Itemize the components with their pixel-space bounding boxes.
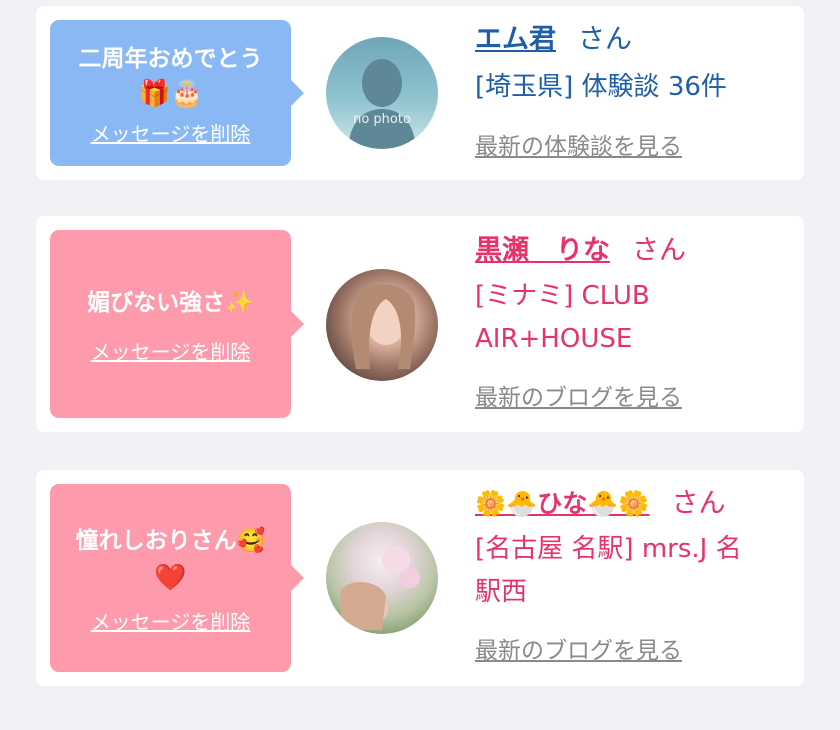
shop-info-line-2: 駅西 bbox=[475, 577, 528, 607]
shop-info-line-1: [ミナミ] CLUB bbox=[475, 281, 650, 311]
avatar-no-photo[interactable]: no photo bbox=[326, 37, 438, 149]
gift-cake-emoji: 🎁🎂 bbox=[138, 79, 203, 109]
favorite-card: 憧れしおりさん🥰 ❤️ メッセージを削除 🌼🐣ひな🐣🌼 さん [名古屋 名駅] m… bbox=[36, 470, 804, 686]
message-text: 二周年おめでとう bbox=[78, 46, 263, 72]
profile-name-link[interactable]: 🌼🐣ひな🐣🌼 bbox=[475, 489, 650, 518]
honorific: さん bbox=[578, 24, 632, 55]
name-line: 🌼🐣ひな🐣🌼 さん bbox=[475, 486, 795, 522]
delete-message-link[interactable]: メッセージを削除 bbox=[91, 609, 251, 635]
favorite-card: 二周年おめでとう 🎁🎂 メッセージを削除 no photo エム君 さん [埼玉県… bbox=[36, 6, 804, 180]
honorific: さん bbox=[632, 235, 686, 266]
latest-review-link[interactable]: 最新の体験談を見る bbox=[475, 132, 682, 162]
latest-blog-link[interactable]: 最新のブログを見る bbox=[475, 636, 682, 666]
profile-name-link[interactable]: 黒瀬 りな bbox=[475, 235, 610, 266]
silhouette-icon: no photo bbox=[348, 59, 416, 149]
shop-info-line-1: [名古屋 名駅] mrs.J 名 bbox=[475, 534, 742, 564]
photo-image bbox=[340, 546, 420, 630]
avatar-photo[interactable] bbox=[326, 522, 438, 634]
delete-message-link[interactable]: メッセージを削除 bbox=[91, 121, 251, 147]
name-line: 黒瀬 りな さん bbox=[475, 233, 795, 269]
favorite-card: 媚びない強さ✨ メッセージを削除 黒瀬 りな さん [ミナミ] CLUB AIR+… bbox=[36, 216, 804, 432]
profile-info: 🌼🐣ひな🐣🌼 さん [名古屋 名駅] mrs.J 名 駅西 最新のブログを見る bbox=[475, 486, 795, 676]
message-bubble: 憧れしおりさん🥰 ❤️ メッセージを削除 bbox=[50, 484, 304, 672]
message-bubble: 二周年おめでとう 🎁🎂 メッセージを削除 bbox=[50, 20, 304, 166]
message-bubble: 媚びない強さ✨ メッセージを削除 bbox=[50, 230, 304, 418]
profile-info: エム君 さん [埼玉県] 体験談 36件 最新の体験談を見る bbox=[475, 22, 795, 172]
avatar-photo[interactable] bbox=[326, 269, 438, 381]
heart-emoji: ❤️ bbox=[154, 563, 187, 593]
svg-text:no photo: no photo bbox=[353, 112, 411, 127]
honorific: さん bbox=[671, 488, 726, 519]
delete-message-link[interactable]: メッセージを削除 bbox=[91, 339, 251, 365]
message-text: 憧れしおりさん🥰 bbox=[75, 528, 266, 554]
latest-blog-link[interactable]: 最新のブログを見る bbox=[475, 383, 682, 413]
profile-name-link[interactable]: エム君 bbox=[475, 24, 556, 55]
photo-image bbox=[351, 284, 416, 369]
shop-info-line-2: AIR+HOUSE bbox=[475, 324, 633, 354]
name-line: エム君 さん bbox=[475, 22, 795, 58]
message-text: 媚びない強さ✨ bbox=[87, 290, 254, 316]
profile-info: 黒瀬 りな さん [ミナミ] CLUB AIR+HOUSE 最新のブログを見る bbox=[475, 233, 795, 423]
shop-info: [埼玉県] 体験談 36件 bbox=[475, 72, 727, 102]
